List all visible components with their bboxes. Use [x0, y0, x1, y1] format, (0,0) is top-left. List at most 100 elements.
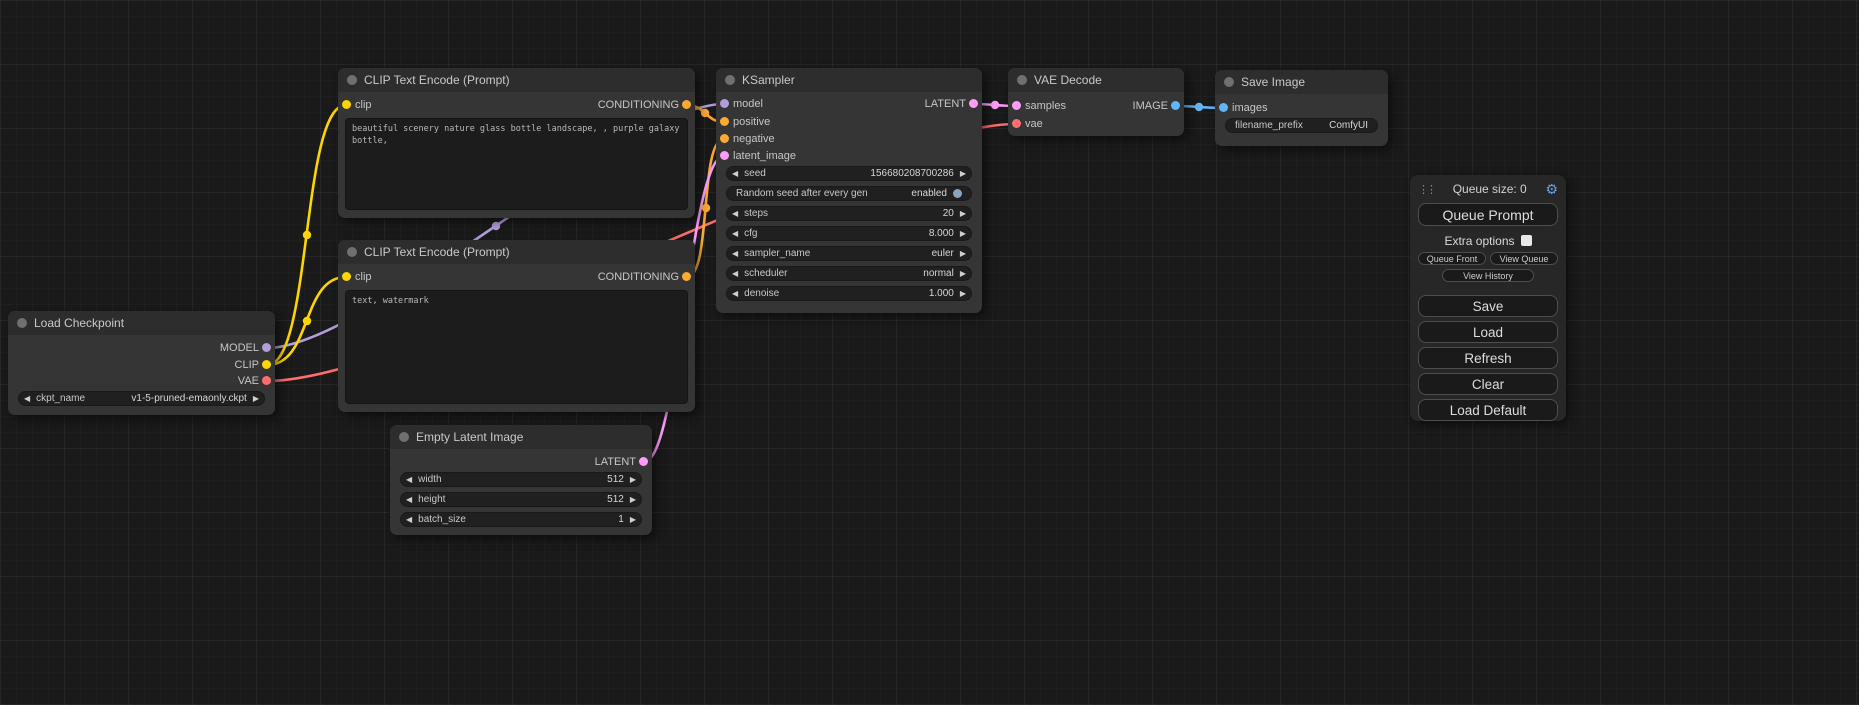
node-clip-text-encode-positive[interactable]: CLIP Text Encode (Prompt) clip CONDITION… [338, 68, 695, 218]
clear-button[interactable]: Clear [1418, 373, 1558, 395]
vae-output-label: VAE [238, 374, 259, 388]
node-title-bar[interactable]: Load Checkpoint [8, 311, 275, 335]
increment-arrow-icon[interactable]: ▶ [960, 230, 966, 238]
clip-output-port[interactable] [262, 360, 271, 369]
widget-label: steps [744, 208, 768, 219]
increment-arrow-icon[interactable]: ▶ [253, 395, 259, 403]
decrement-arrow-icon[interactable]: ◀ [732, 230, 738, 238]
toggle-indicator-icon[interactable] [953, 189, 962, 198]
drag-handle-icon[interactable]: ⋮⋮ [1418, 183, 1434, 196]
increment-arrow-icon[interactable]: ▶ [960, 250, 966, 258]
samples-input-label: samples [1025, 99, 1066, 113]
node-title-bar[interactable]: Save Image [1215, 70, 1388, 94]
clip-input-label: clip [355, 270, 372, 284]
decrement-arrow-icon[interactable]: ◀ [732, 290, 738, 298]
decrement-arrow-icon[interactable]: ◀ [406, 516, 412, 524]
steps-widget[interactable]: ◀ steps 20 ▶ [726, 206, 972, 221]
node-title: Save Image [1241, 75, 1305, 89]
increment-arrow-icon[interactable]: ▶ [630, 476, 636, 484]
view-queue-button[interactable]: View Queue [1490, 252, 1558, 265]
model-input-port[interactable] [720, 99, 729, 108]
increment-arrow-icon[interactable]: ▶ [630, 496, 636, 504]
save-button[interactable]: Save [1418, 295, 1558, 317]
vae-output-port[interactable] [262, 376, 271, 385]
filename-prefix-widget[interactable]: filename_prefix ComfyUI [1225, 118, 1378, 133]
negative-prompt-textarea[interactable]: text, watermark [345, 290, 688, 404]
node-ksampler[interactable]: KSampler model positive negative latent_… [716, 68, 982, 313]
latent-output-label: LATENT [595, 455, 636, 469]
node-status-dot [725, 75, 735, 85]
node-status-dot [1224, 77, 1234, 87]
link-midpoint-dot [991, 101, 999, 109]
decrement-arrow-icon[interactable]: ◀ [406, 476, 412, 484]
denoise-widget[interactable]: ◀ denoise 1.000 ▶ [726, 286, 972, 301]
sampler-name-widget[interactable]: ◀ sampler_name euler ▶ [726, 246, 972, 261]
widget-value: enabled [911, 188, 947, 199]
latent-image-input-port[interactable] [720, 151, 729, 160]
node-title-bar[interactable]: Empty Latent Image [390, 425, 652, 449]
conditioning-output-port[interactable] [682, 100, 691, 109]
decrement-arrow-icon[interactable]: ◀ [732, 270, 738, 278]
negative-input-port[interactable] [720, 134, 729, 143]
node-title-bar[interactable]: CLIP Text Encode (Prompt) [338, 68, 695, 92]
node-empty-latent-image[interactable]: Empty Latent Image LATENT ◀ width 512 ▶ … [390, 425, 652, 535]
increment-arrow-icon[interactable]: ▶ [960, 210, 966, 218]
images-input-port[interactable] [1219, 103, 1228, 112]
node-title-bar[interactable]: CLIP Text Encode (Prompt) [338, 240, 695, 264]
increment-arrow-icon[interactable]: ▶ [960, 270, 966, 278]
decrement-arrow-icon[interactable]: ◀ [732, 170, 738, 178]
increment-arrow-icon[interactable]: ▶ [630, 516, 636, 524]
negative-input-label: negative [733, 132, 775, 146]
decrement-arrow-icon[interactable]: ◀ [732, 250, 738, 258]
node-title: KSampler [742, 73, 795, 87]
node-title-bar[interactable]: VAE Decode [1008, 68, 1184, 92]
conditioning-output-port[interactable] [682, 272, 691, 281]
node-load-checkpoint[interactable]: Load Checkpoint MODEL CLIP VAE ◀ ckpt_na… [8, 311, 275, 415]
model-output-port[interactable] [262, 343, 271, 352]
vae-input-port[interactable] [1012, 119, 1021, 128]
node-save-image[interactable]: Save Image images filename_prefix ComfyU… [1215, 70, 1388, 146]
increment-arrow-icon[interactable]: ▶ [960, 170, 966, 178]
samples-input-port[interactable] [1012, 101, 1021, 110]
ckpt-name-widget[interactable]: ◀ ckpt_name v1-5-pruned-emaonly.ckpt ▶ [18, 391, 265, 406]
positive-input-port[interactable] [720, 117, 729, 126]
extra-options-checkbox[interactable] [1521, 235, 1532, 246]
node-title: CLIP Text Encode (Prompt) [364, 73, 510, 87]
width-widget[interactable]: ◀ width 512 ▶ [400, 472, 642, 487]
node-title-bar[interactable]: KSampler [716, 68, 982, 92]
latent-output-port[interactable] [969, 99, 978, 108]
image-output-port[interactable] [1171, 101, 1180, 110]
load-button[interactable]: Load [1418, 321, 1558, 343]
cfg-widget[interactable]: ◀ cfg 8.000 ▶ [726, 226, 972, 241]
increment-arrow-icon[interactable]: ▶ [960, 290, 966, 298]
widget-label: batch_size [418, 514, 466, 525]
node-status-dot [347, 75, 357, 85]
widget-value: euler [932, 248, 954, 259]
queue-menu-panel[interactable]: ⋮⋮ Queue size: 0 ⚙ Queue Prompt Extra op… [1410, 175, 1566, 421]
seed-widget[interactable]: ◀ seed 156680208700286 ▶ [726, 166, 972, 181]
node-vae-decode[interactable]: VAE Decode samples vae IMAGE [1008, 68, 1184, 136]
queue-size-label: Queue size: 0 [1434, 182, 1545, 196]
node-clip-text-encode-negative[interactable]: CLIP Text Encode (Prompt) clip CONDITION… [338, 240, 695, 412]
latent-output-label: LATENT [925, 97, 966, 111]
decrement-arrow-icon[interactable]: ◀ [732, 210, 738, 218]
node-status-dot [347, 247, 357, 257]
queue-controls-row: Queue Front View Queue [1418, 252, 1558, 265]
load-default-button[interactable]: Load Default [1418, 399, 1558, 421]
settings-gear-icon[interactable]: ⚙ [1545, 182, 1558, 196]
node-graph-canvas[interactable]: Load Checkpoint MODEL CLIP VAE ◀ ckpt_na… [0, 0, 1859, 705]
decrement-arrow-icon[interactable]: ◀ [406, 496, 412, 504]
scheduler-widget[interactable]: ◀ scheduler normal ▶ [726, 266, 972, 281]
queue-front-button[interactable]: Queue Front [1418, 252, 1486, 265]
random-seed-toggle-widget[interactable]: Random seed after every gen enabled [726, 186, 972, 201]
decrement-arrow-icon[interactable]: ◀ [24, 395, 30, 403]
batch-size-widget[interactable]: ◀ batch_size 1 ▶ [400, 512, 642, 527]
refresh-button[interactable]: Refresh [1418, 347, 1558, 369]
latent-output-port[interactable] [639, 457, 648, 466]
view-history-button[interactable]: View History [1442, 269, 1534, 282]
clip-input-port[interactable] [342, 100, 351, 109]
clip-input-port[interactable] [342, 272, 351, 281]
queue-prompt-button[interactable]: Queue Prompt [1418, 203, 1558, 226]
height-widget[interactable]: ◀ height 512 ▶ [400, 492, 642, 507]
positive-prompt-textarea[interactable]: beautiful scenery nature glass bottle la… [345, 118, 688, 210]
